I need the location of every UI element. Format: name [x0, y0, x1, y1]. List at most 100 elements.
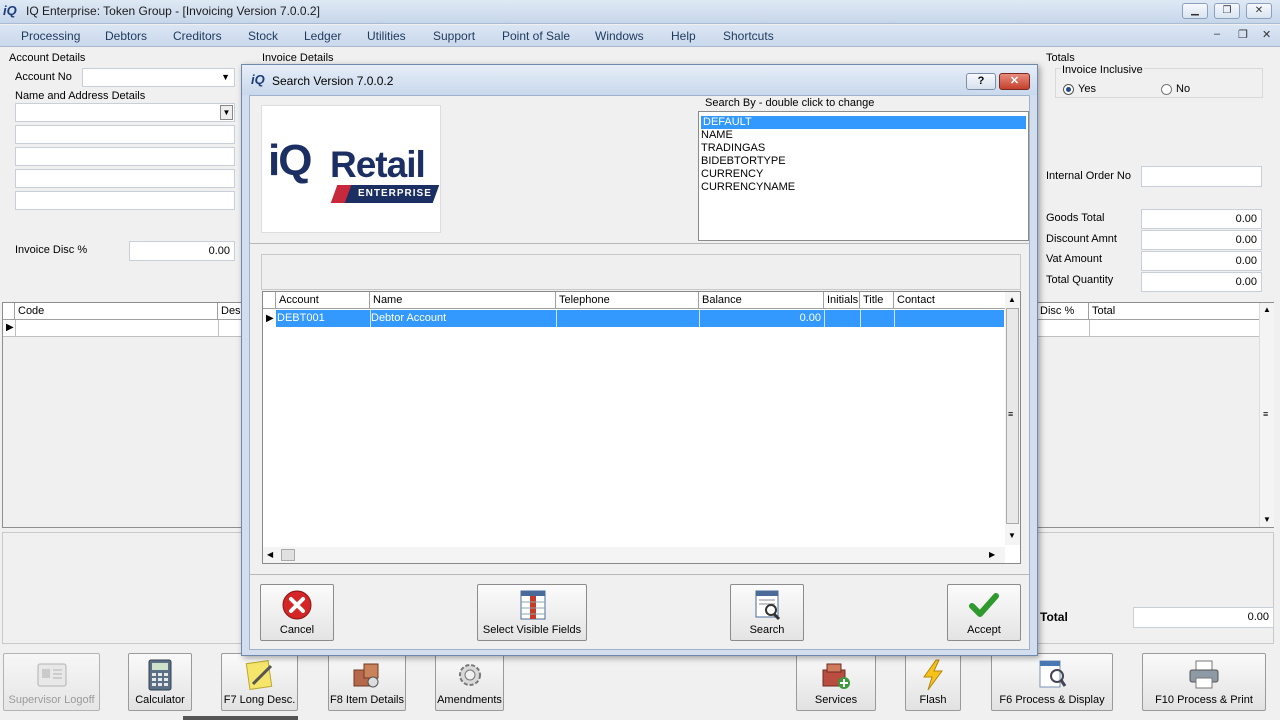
goods-total-field: 0.00 [1141, 209, 1262, 229]
scroll-grip-icon[interactable]: ≡ [1263, 409, 1268, 419]
col-contact[interactable]: Contact [894, 292, 1006, 308]
scroll-down-icon[interactable]: ▼ [1263, 515, 1271, 524]
maximize-button[interactable]: ❐ [1214, 3, 1240, 19]
scroll-up-icon[interactable]: ▲ [1008, 295, 1016, 304]
menu-support[interactable]: Support [433, 29, 475, 43]
address-line-1[interactable] [15, 125, 235, 144]
col-balance[interactable]: Balance [699, 292, 824, 308]
lightning-icon [923, 659, 943, 691]
yes-radio[interactable] [1063, 84, 1074, 95]
results-header: Account Name Telephone Balance Initials … [263, 292, 1006, 309]
taskbar-strip [183, 716, 298, 720]
menu-windows[interactable]: Windows [595, 29, 644, 43]
amendments-button[interactable]: Amendments [435, 653, 504, 711]
cancel-icon [282, 590, 312, 620]
chevron-down-icon[interactable]: ▼ [221, 72, 230, 82]
search-by-option[interactable]: CURRENCYNAME [699, 181, 1028, 194]
supervisor-logoff-button[interactable]: Supervisor Logoff [3, 653, 100, 711]
hscroll-thumb[interactable] [281, 549, 295, 561]
dialog-help-button[interactable]: ? [966, 73, 996, 90]
search-by-listbox[interactable]: DEFAULT NAME TRADINGAS BIDEBTORTYPE CURR… [698, 111, 1029, 241]
calculator-button[interactable]: Calculator [128, 653, 192, 711]
row-pointer-icon: ▶ [6, 322, 14, 333]
search-by-option[interactable]: BIDEBTORTYPE [699, 155, 1028, 168]
columns-icon [520, 590, 546, 620]
dialog-body: iQ Retail ENTERPRISE Search By - double … [249, 95, 1030, 650]
col-title[interactable]: Title [860, 292, 894, 308]
menu-point-of-sale[interactable]: Point of Sale [502, 29, 570, 43]
results-vertical-scrollbar[interactable]: ▲ ≡ ▼ [1005, 292, 1020, 545]
boxes-icon [353, 663, 379, 688]
col-disc[interactable]: Disc % [1037, 303, 1089, 319]
total-quantity-field: 0.00 [1141, 272, 1262, 292]
mdi-restore-button[interactable]: ❐ [1238, 28, 1248, 41]
search-filter-panel[interactable] [261, 254, 1021, 290]
process-print-button[interactable]: F10 Process & Print [1142, 653, 1266, 711]
search-button[interactable]: Search [730, 584, 804, 641]
totals-heading: Totals [1046, 52, 1075, 64]
total-label: Total [1040, 610, 1068, 624]
menu-stock[interactable]: Stock [248, 29, 278, 43]
scroll-right-icon[interactable]: ▶ [989, 550, 995, 559]
search-by-option[interactable]: TRADINGAS [699, 142, 1028, 155]
no-radio[interactable] [1161, 84, 1172, 95]
address-line-4[interactable] [15, 191, 235, 210]
cancel-button[interactable]: Cancel [260, 584, 334, 641]
calculator-icon [148, 659, 172, 691]
logo-iq-text: iQ [268, 136, 312, 185]
cell-name[interactable]: Debtor Account [371, 312, 446, 324]
results-horizontal-scrollbar[interactable]: ◀ ▶ [263, 547, 1005, 563]
cell-balance[interactable]: 0.00 [700, 312, 821, 324]
invoice-inclusive-label: Invoice Inclusive [1061, 64, 1144, 76]
process-display-button[interactable]: F6 Process & Display [991, 653, 1113, 711]
services-button[interactable]: Services [796, 653, 876, 711]
menu-ledger[interactable]: Ledger [304, 29, 341, 43]
col-total[interactable]: Total [1089, 303, 1259, 319]
menu-processing[interactable]: Processing [21, 29, 80, 43]
mdi-close-button[interactable]: ✕ [1262, 28, 1271, 41]
scroll-left-icon[interactable]: ◀ [267, 550, 273, 559]
cell-account[interactable]: DEBT001 [277, 312, 325, 324]
search-by-option[interactable]: DEFAULT [701, 116, 1026, 129]
search-by-option[interactable]: CURRENCY [699, 168, 1028, 181]
chevron-down-icon[interactable]: ▼ [220, 105, 233, 120]
search-by-option[interactable]: NAME [699, 129, 1028, 142]
address-line-3[interactable] [15, 169, 235, 188]
invoice-details-heading: Invoice Details [262, 52, 334, 64]
name-combo[interactable]: ▼ [15, 103, 235, 122]
menu-help[interactable]: Help [671, 29, 696, 43]
long-desc-button[interactable]: F7 Long Desc. [221, 653, 298, 711]
no-radio-label[interactable]: No [1176, 83, 1190, 95]
accept-button[interactable]: Accept [947, 584, 1021, 641]
scroll-grip-icon[interactable]: ≡ [1008, 409, 1013, 419]
vertical-scrollbar[interactable]: ▲ ≡ ▼ [1259, 303, 1274, 527]
scroll-down-icon[interactable]: ▼ [1008, 531, 1016, 540]
invoice-disc-field[interactable]: 0.00 [129, 241, 235, 261]
item-details-button[interactable]: F8 Item Details [328, 653, 406, 711]
minimize-button[interactable]: ▁ [1182, 3, 1208, 19]
window-title: IQ Enterprise: Token Group - [Invoicing … [26, 4, 320, 18]
yes-radio-label[interactable]: Yes [1078, 83, 1096, 95]
menu-debtors[interactable]: Debtors [105, 29, 147, 43]
scroll-up-icon[interactable]: ▲ [1263, 305, 1271, 314]
close-button[interactable]: ✕ [1246, 3, 1272, 19]
col-name[interactable]: Name [370, 292, 556, 308]
col-telephone[interactable]: Telephone [556, 292, 699, 308]
flash-button[interactable]: Flash [905, 653, 961, 711]
col-account[interactable]: Account [276, 292, 370, 308]
menu-shortcuts[interactable]: Shortcuts [723, 29, 774, 43]
results-grid[interactable]: Account Name Telephone Balance Initials … [262, 291, 1021, 564]
menu-utilities[interactable]: Utilities [367, 29, 406, 43]
menu-creditors[interactable]: Creditors [173, 29, 222, 43]
account-no-combo[interactable]: ▼ [82, 68, 235, 87]
col-code[interactable]: Code [15, 303, 218, 319]
address-line-2[interactable] [15, 147, 235, 166]
dialog-logo: iQ [251, 72, 265, 87]
document-search-icon [1039, 660, 1067, 688]
col-initials[interactable]: Initials [824, 292, 860, 308]
table-row[interactable]: ▶ DEBT001 Debtor Account 0.00 [263, 310, 1004, 327]
mdi-minimize-button[interactable]: – [1214, 28, 1220, 40]
select-visible-fields-button[interactable]: Select Visible Fields [477, 584, 587, 641]
dialog-close-button[interactable]: ✕ [999, 73, 1030, 90]
internal-order-field[interactable] [1141, 166, 1262, 187]
